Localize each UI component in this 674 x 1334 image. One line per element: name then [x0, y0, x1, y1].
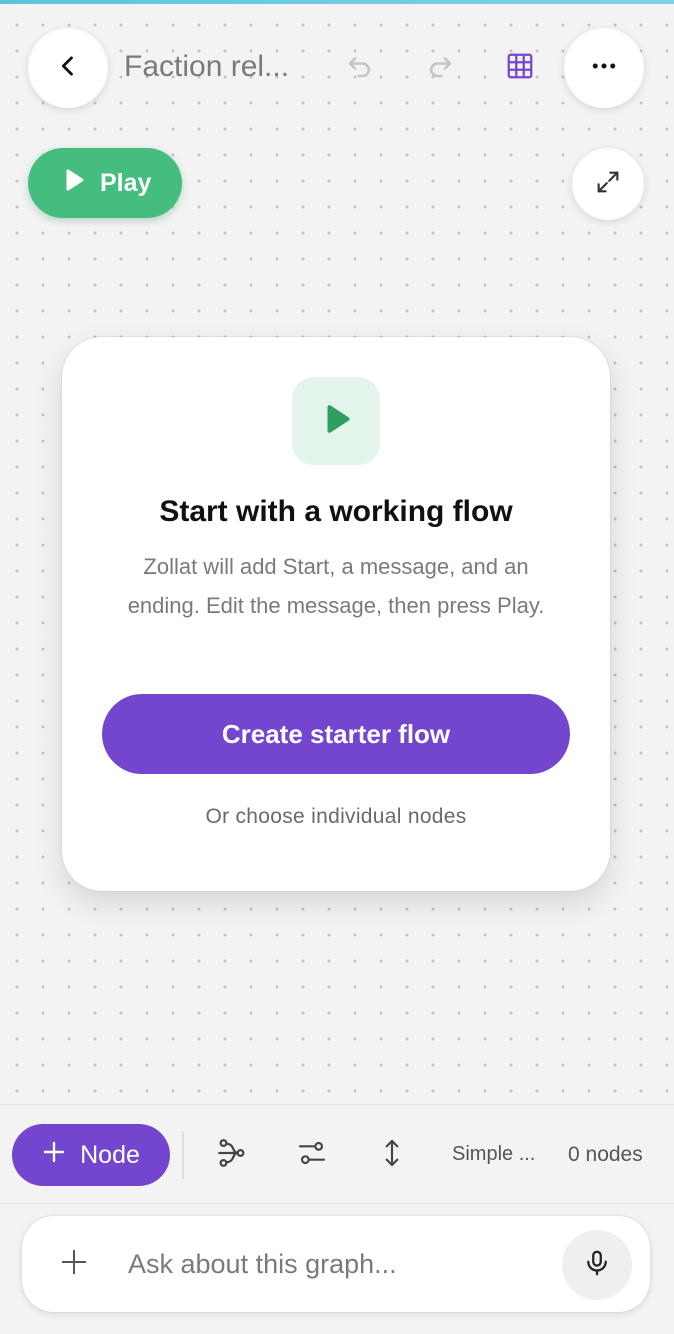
undo-button[interactable]: [336, 44, 384, 92]
plus-icon: [59, 1247, 89, 1282]
play-icon: [60, 167, 86, 200]
add-node-label: Node: [80, 1140, 140, 1169]
view-mode-selector[interactable]: Simple ...: [452, 1143, 535, 1166]
undo-icon: [345, 51, 375, 86]
toolbar-divider: [182, 1131, 184, 1179]
grid-toggle-button[interactable]: [496, 44, 544, 92]
grid-icon: [505, 51, 535, 86]
back-button[interactable]: [28, 28, 108, 108]
redo-button[interactable]: [416, 44, 464, 92]
ask-bar: [22, 1216, 650, 1312]
create-starter-flow-button[interactable]: Create starter flow: [102, 694, 570, 774]
sliders-icon: [296, 1137, 328, 1174]
add-node-button[interactable]: Node: [12, 1124, 170, 1186]
play-label: Play: [100, 168, 152, 197]
graph-title[interactable]: Faction rel...: [124, 50, 304, 84]
attach-button[interactable]: [50, 1240, 98, 1288]
expand-button[interactable]: [572, 148, 644, 220]
play-button[interactable]: Play: [28, 148, 182, 218]
card-play-badge: [292, 377, 380, 465]
filter-button[interactable]: [288, 1131, 336, 1179]
ask-input[interactable]: [128, 1242, 548, 1286]
chevron-left-icon: [54, 52, 82, 85]
microphone-icon: [582, 1248, 612, 1283]
vertical-spacing-button[interactable]: [368, 1131, 416, 1179]
starter-flow-card: Start with a working flow Zollat will ad…: [62, 337, 610, 891]
expand-icon: [594, 168, 622, 201]
connect-button[interactable]: [208, 1131, 256, 1179]
choose-individual-nodes-link[interactable]: Or choose individual nodes: [62, 805, 610, 829]
arrows-vertical-icon: [376, 1137, 408, 1174]
redo-icon: [425, 51, 455, 86]
node-count: 0 nodes: [568, 1143, 643, 1166]
more-horizontal-icon: [589, 51, 619, 86]
card-description: Zollat will add Start, a message, and an…: [127, 554, 545, 618]
more-options-button[interactable]: [564, 28, 644, 108]
card-title: Start with a working flow: [159, 495, 513, 528]
connection-icon: [215, 1136, 249, 1175]
play-icon: [319, 402, 353, 441]
plus-icon: [42, 1140, 66, 1171]
bottom-toolbar: Node Simple ... 0 nodes: [0, 1104, 674, 1204]
microphone-button[interactable]: [562, 1230, 632, 1300]
